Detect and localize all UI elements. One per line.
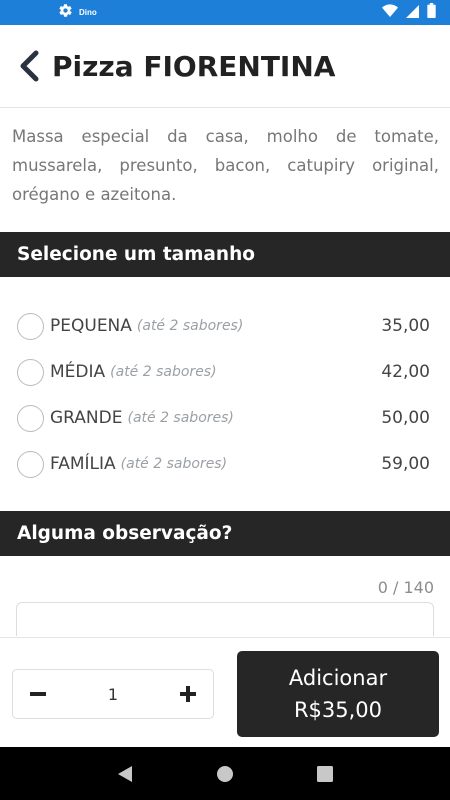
status-left: Dino [58,3,97,22]
radio-button[interactable] [17,312,44,340]
size-price: 42,00 [381,362,430,382]
quantity-stepper: 1 [12,669,214,719]
add-button-price: R$35,00 [293,698,383,722]
size-option-pequena[interactable]: PEQUENA (até 2 sabores) 35,00 [0,303,450,349]
size-section-header: Selecione um tamanho [0,232,450,277]
nav-back-button[interactable] [110,759,140,789]
status-app-label: Dino [79,8,97,17]
plus-icon [180,686,196,702]
radio-button[interactable] [17,404,44,432]
size-price: 35,00 [381,316,430,336]
recents-square-icon [317,765,333,782]
minus-icon [30,692,46,696]
decrease-quantity-button[interactable] [13,670,63,718]
back-triangle-icon [118,765,132,782]
order-footer: 1 Adicionar R$35,00 [0,637,450,747]
status-bar: Dino [0,0,450,25]
character-counter: 0 / 140 [377,578,434,597]
page-title: Pizza FIORENTINA [52,49,336,83]
app-header: Pizza FIORENTINA [0,25,450,108]
size-options-list: PEQUENA (até 2 sabores) 35,00 MÉDIA (até… [0,303,450,487]
chevron-left-icon [20,50,39,82]
radio-button[interactable] [17,358,44,386]
size-note: (até 2 sabores) [110,364,217,380]
size-option-grande[interactable]: GRANDE (até 2 sabores) 50,00 [0,395,450,441]
nav-recents-button[interactable] [310,759,340,789]
status-right [382,3,436,22]
settings-icon [58,3,73,22]
observation-input[interactable] [16,602,434,636]
size-name: FAMÍLIA [50,454,116,474]
observation-area: 0 / 140 [0,556,450,636]
home-circle-icon [217,765,233,782]
size-name: PEQUENA [50,316,132,336]
add-button-label: Adicionar [288,666,388,690]
nav-home-button[interactable] [210,759,240,789]
quantity-value: 1 [107,684,119,704]
add-to-cart-button[interactable]: Adicionar R$35,00 [237,651,439,737]
observation-section-header: Alguma observação? [0,511,450,556]
size-option-familia[interactable]: FAMÍLIA (até 2 sabores) 59,00 [0,441,450,487]
system-nav-bar [0,747,450,800]
size-note: (até 2 sabores) [120,456,228,472]
product-description: Massa especial da casa, molho de tomate,… [12,127,439,204]
back-button[interactable] [16,48,42,84]
increase-quantity-button[interactable] [163,670,213,718]
radio-button[interactable] [17,450,44,478]
size-price: 59,00 [381,454,430,474]
wifi-icon [382,3,398,22]
signal-icon [406,3,419,22]
size-name: GRANDE [50,408,123,428]
size-note: (até 2 sabores) [127,410,234,426]
battery-icon [427,3,436,22]
size-option-media[interactable]: MÉDIA (até 2 sabores) 42,00 [0,349,450,395]
size-price: 50,00 [381,408,430,428]
size-note: (até 2 sabores) [136,318,244,334]
size-name: MÉDIA [50,362,106,382]
